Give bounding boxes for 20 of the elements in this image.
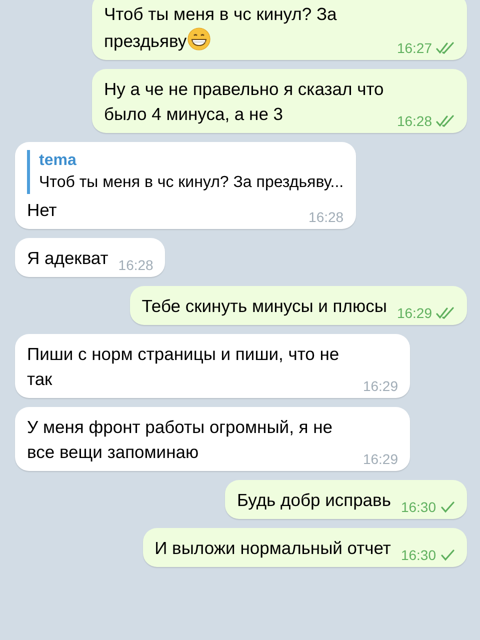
message-time: 16:29 [362, 378, 398, 394]
message-time: 16:29 [396, 305, 432, 321]
message-time: 16:27 [396, 40, 432, 56]
message-time: 16:28 [308, 209, 344, 225]
message-text: Будь добр исправь [237, 489, 391, 512]
message-text: И выложи нормальный отчет [154, 537, 391, 560]
reply-text: Чтоб ты меня в чс кинул? За прездьяву... [39, 173, 344, 193]
message-time: 16:30 [400, 547, 436, 563]
message-text: Нет [27, 199, 57, 222]
reply-author: tema [39, 151, 78, 171]
message-text: У меня фронт работы огромный, я не все вещи запоминаю [27, 416, 334, 464]
message-text: Чтоб ты меня в чс кинул? За прездьяву [104, 3, 338, 53]
message-time: 16:28 [396, 113, 432, 129]
message-time: 16:29 [362, 451, 398, 467]
message-time: 16:30 [400, 499, 436, 515]
message-time: 16:28 [118, 257, 154, 273]
message-text: Тебе скинуть минусы и плюсы [142, 295, 387, 318]
message-text: Пиши с норм страницы и пиши, что не так [27, 343, 340, 391]
message-text: Я адекват [27, 247, 108, 270]
message-text: Ну а че не правельно я сказал что было 4 минуса, а не 3 [104, 78, 385, 126]
